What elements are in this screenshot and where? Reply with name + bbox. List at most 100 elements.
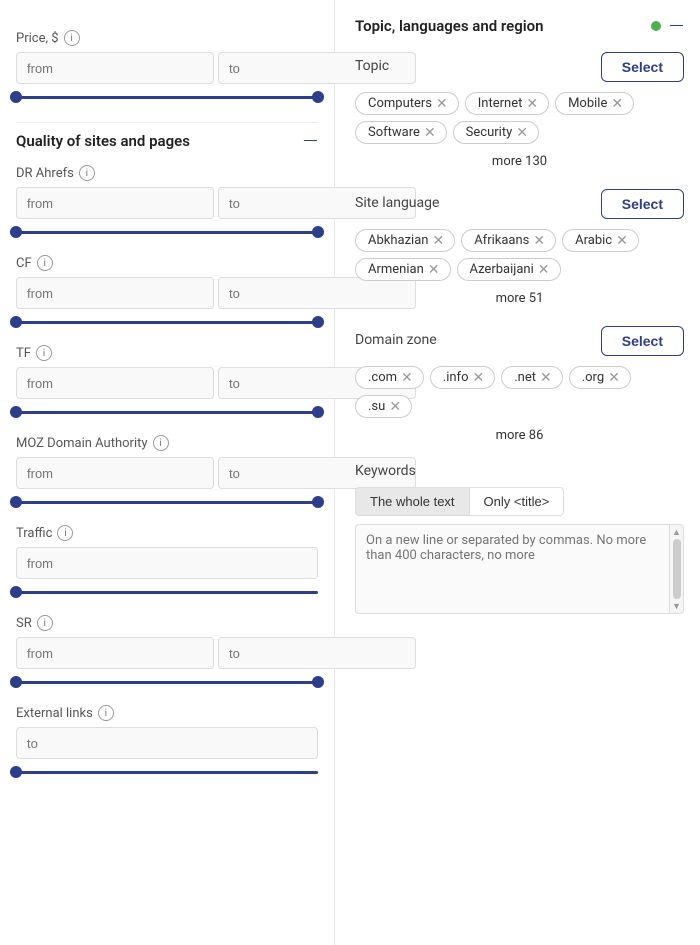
- cf-from-input[interactable]: [16, 277, 214, 309]
- site-language-select-button[interactable]: Select: [601, 189, 684, 219]
- site-language-tag-azerbaijani-close[interactable]: ✕: [538, 263, 550, 277]
- topic-tag-internet-close[interactable]: ✕: [526, 97, 538, 111]
- price-input-row: [16, 52, 318, 84]
- cf-slider-thumb-right[interactable]: [312, 316, 324, 328]
- moz-from-input[interactable]: [16, 457, 214, 489]
- tf-from-input[interactable]: [16, 367, 214, 399]
- sr-slider-thumb-left[interactable]: [10, 676, 22, 688]
- moz-slider-thumb-right[interactable]: [312, 496, 324, 508]
- keyword-tab-whole-text[interactable]: The whole text: [355, 487, 470, 516]
- site-language-tag-arabic-label: Arabic: [575, 233, 612, 248]
- price-section: Price, $ i: [16, 30, 318, 106]
- external-links-slider: [16, 763, 318, 781]
- site-language-tags-area: Abkhazian ✕ Afrikaans ✕ Arabic ✕ Armenia…: [355, 229, 684, 306]
- dr-ahrefs-from-input[interactable]: [16, 187, 214, 219]
- dr-ahrefs-slider-thumb-right[interactable]: [312, 226, 324, 238]
- external-links-label-text: External links: [16, 706, 93, 721]
- tf-label-text: TF: [16, 346, 31, 361]
- site-language-more-label[interactable]: more 51: [355, 291, 684, 306]
- right-header-title: Topic, languages and region: [355, 17, 544, 35]
- tf-slider-thumb-right[interactable]: [312, 406, 324, 418]
- domain-zone-tag-info: .info ✕: [430, 366, 495, 389]
- topic-tag-computers-label: Computers: [368, 96, 432, 111]
- sr-slider-thumb-right[interactable]: [312, 676, 324, 688]
- cf-slider: [16, 313, 318, 331]
- right-collapse-btn[interactable]: —: [669, 16, 684, 36]
- traffic-slider-track: [16, 591, 318, 594]
- sr-slider: [16, 673, 318, 691]
- tf-info-icon[interactable]: i: [36, 345, 52, 361]
- dr-ahrefs-info-icon[interactable]: i: [79, 165, 95, 181]
- keyword-textarea[interactable]: [356, 525, 667, 613]
- scroll-down-arrow[interactable]: ▼: [672, 601, 682, 611]
- domain-zone-tag-su: .su ✕: [355, 395, 412, 418]
- keywords-section: Keywords The whole text Only <title> ▲ ▼: [355, 463, 684, 614]
- domain-zone-section: Domain zone Select .com ✕ .info ✕ .net ✕…: [355, 326, 684, 443]
- quality-section-header: Quality of sites and pages —: [16, 131, 318, 151]
- traffic-slider-thumb-left[interactable]: [10, 586, 22, 598]
- keyword-scrollbar: ▲ ▼: [669, 525, 683, 613]
- keyword-tab-title[interactable]: Only <title>: [470, 487, 565, 516]
- cf-info-icon[interactable]: i: [37, 255, 53, 271]
- site-language-tag-afrikaans-close[interactable]: ✕: [533, 234, 545, 248]
- scroll-up-arrow[interactable]: ▲: [672, 527, 682, 537]
- topic-tag-computers-close[interactable]: ✕: [436, 97, 448, 111]
- price-slider: [16, 88, 318, 106]
- sr-info-icon[interactable]: i: [37, 615, 53, 631]
- domain-zone-tag-com-close[interactable]: ✕: [401, 371, 413, 385]
- domain-zone-label: Domain zone: [355, 326, 437, 348]
- moz-info-icon[interactable]: i: [153, 435, 169, 451]
- dr-ahrefs-slider-track: [16, 231, 318, 234]
- domain-zone-tag-info-close[interactable]: ✕: [472, 371, 484, 385]
- topic-tag-security-close[interactable]: ✕: [516, 126, 528, 140]
- price-label-text: Price, $: [16, 31, 59, 46]
- topic-tag-software-label: Software: [368, 125, 420, 140]
- traffic-from-input[interactable]: [16, 547, 318, 579]
- external-links-to-input[interactable]: [16, 727, 318, 759]
- dr-ahrefs-slider-thumb-left[interactable]: [10, 226, 22, 238]
- right-panel: Topic, languages and region — Topic Sele…: [335, 0, 700, 945]
- sr-label-text: SR: [16, 616, 32, 631]
- traffic-info-icon[interactable]: i: [57, 525, 73, 541]
- domain-zone-tag-net-close[interactable]: ✕: [540, 371, 552, 385]
- tf-label: TF i: [16, 345, 318, 361]
- site-language-section: Site language Select Abkhazian ✕ Afrikaa…: [355, 189, 684, 306]
- sr-from-input[interactable]: [16, 637, 214, 669]
- moz-slider-thumb-left[interactable]: [10, 496, 22, 508]
- tf-slider: [16, 403, 318, 421]
- price-slider-thumb-right[interactable]: [312, 91, 324, 103]
- external-links-info-icon[interactable]: i: [98, 705, 114, 721]
- cf-slider-thumb-left[interactable]: [10, 316, 22, 328]
- tf-slider-thumb-left[interactable]: [10, 406, 22, 418]
- cf-slider-track: [16, 321, 318, 324]
- topic-section: Topic Select Computers ✕ Internet ✕ Mobi…: [355, 52, 684, 169]
- site-language-tag-armenian-close[interactable]: ✕: [428, 263, 440, 277]
- site-language-tag-arabic-close[interactable]: ✕: [616, 234, 628, 248]
- site-language-label: Site language: [355, 189, 439, 211]
- topic-select-button[interactable]: Select: [601, 52, 684, 82]
- topic-more-label[interactable]: more 130: [355, 154, 684, 169]
- price-slider-track: [16, 96, 318, 99]
- price-info-icon[interactable]: i: [64, 30, 80, 46]
- domain-zone-more-label[interactable]: more 86: [355, 428, 684, 443]
- domain-zone-tag-su-close[interactable]: ✕: [389, 400, 401, 414]
- quality-title-text: Quality of sites and pages: [16, 132, 190, 150]
- topic-tag-software-close[interactable]: ✕: [424, 126, 436, 140]
- quality-collapse-btn[interactable]: —: [303, 131, 318, 151]
- topic-tag-mobile-close[interactable]: ✕: [611, 97, 623, 111]
- topic-tag-internet-label: Internet: [478, 96, 523, 111]
- price-from-input[interactable]: [16, 52, 214, 84]
- topic-tag-mobile: Mobile ✕: [555, 92, 634, 115]
- topic-tag-computers: Computers ✕: [355, 92, 459, 115]
- site-language-tag-arabic: Arabic ✕: [562, 229, 639, 252]
- site-language-tag-armenian: Armenian ✕: [355, 258, 451, 281]
- domain-zone-tag-org-close[interactable]: ✕: [608, 371, 620, 385]
- site-language-tag-abkhazian-close[interactable]: ✕: [432, 234, 444, 248]
- external-links-slider-thumb-left[interactable]: [10, 766, 22, 778]
- domain-zone-tag-org-label: .org: [582, 370, 604, 385]
- right-header-controls: —: [651, 16, 684, 36]
- sr-input-row: [16, 637, 318, 669]
- price-slider-thumb-left[interactable]: [10, 91, 22, 103]
- price-label: Price, $ i: [16, 30, 318, 46]
- domain-zone-select-button[interactable]: Select: [601, 326, 684, 356]
